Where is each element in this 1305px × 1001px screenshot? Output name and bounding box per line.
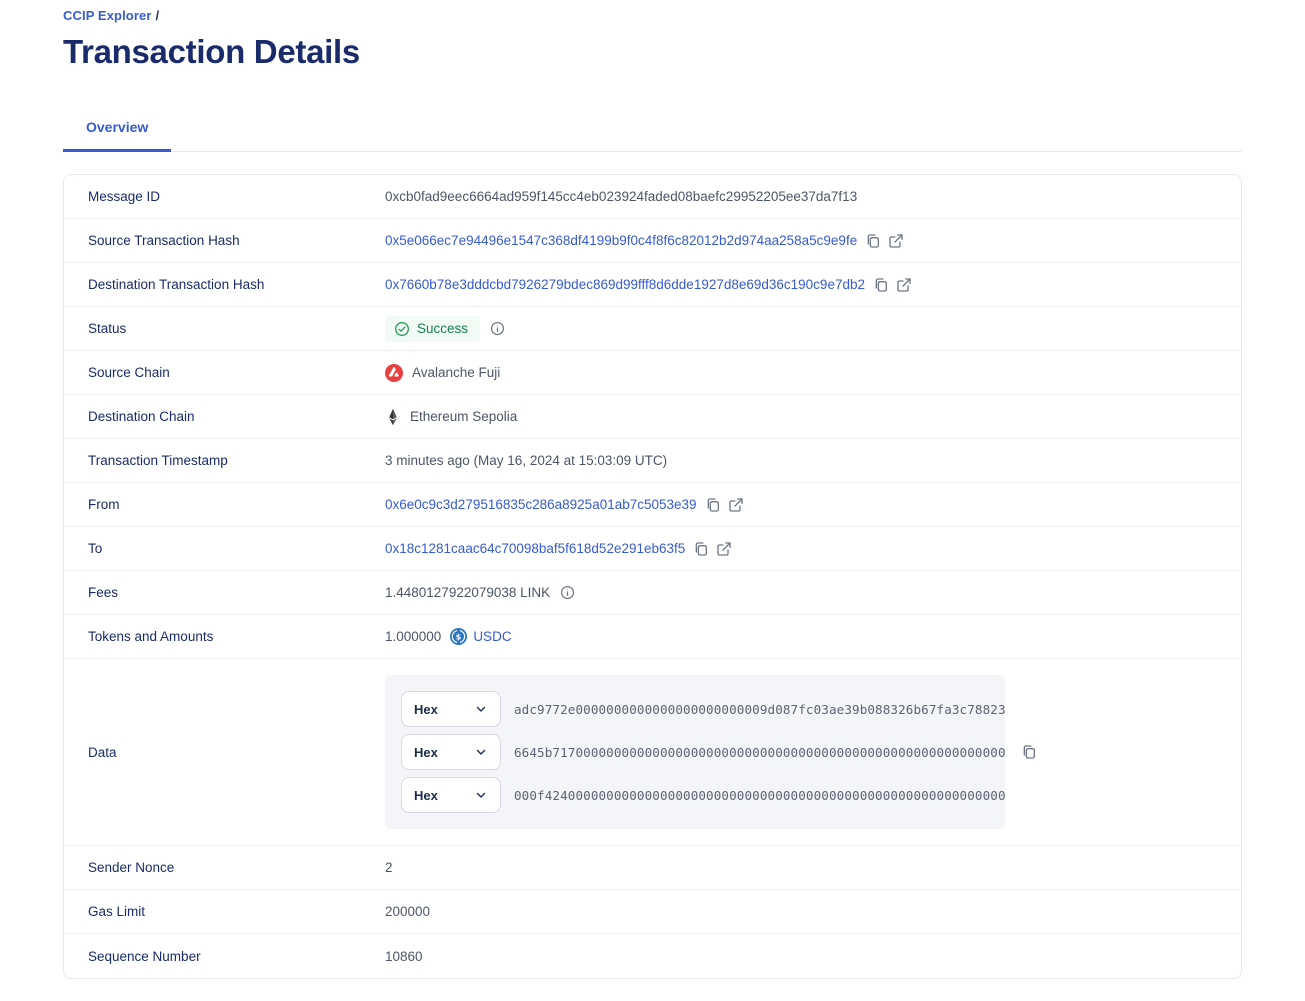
timestamp-value: 3 minutes ago (May 16, 2024 at 15:03:09 … [385,453,667,468]
sender-nonce-value: 2 [385,860,393,875]
message-id-value: 0xcb0fad9eec6664ad959f145cc4eb023924fade… [385,189,857,204]
breadcrumb-ccip-explorer-link[interactable]: CCIP Explorer [63,8,151,23]
dest-tx-hash-label: Destination Transaction Hash [88,277,385,292]
usdc-icon: $ [450,628,467,645]
row-fees: Fees 1.4480127922079038 LINK [64,571,1241,615]
timestamp-label: Transaction Timestamp [88,453,385,468]
data-hex-value: adc9772e0000000000000000000000009d087fc0… [514,702,1006,717]
fees-info-icon[interactable] [560,585,575,600]
hex-format-select[interactable]: Hex [401,777,501,813]
source-tx-hash-label: Source Transaction Hash [88,233,385,248]
sequence-number-value: 10860 [385,949,423,964]
row-dest-chain: Destination Chain Ethereum Sepolia [64,395,1241,439]
row-message-id: Message ID 0xcb0fad9eec6664ad959f145cc4e… [64,175,1241,219]
row-source-tx-hash: Source Transaction Hash 0x5e066ec7e94496… [64,219,1241,263]
hex-format-select[interactable]: Hex [401,691,501,727]
row-gas-limit: Gas Limit 200000 [64,890,1241,934]
message-id-label: Message ID [88,189,385,204]
row-tokens-amounts: Tokens and Amounts 1.000000 $ USDC [64,615,1241,659]
copy-icon[interactable] [693,541,709,557]
external-link-icon[interactable] [888,233,904,249]
from-address-link[interactable]: 0x6e0c9c3d279516835c286a8925a01ab7c5053e… [385,497,697,512]
source-chain-value: Avalanche Fuji [412,365,500,380]
row-sender-nonce: Sender Nonce 2 [64,846,1241,890]
external-link-icon[interactable] [896,277,912,293]
external-link-icon[interactable] [728,497,744,513]
chevron-down-icon [474,788,488,802]
chevron-down-icon [474,702,488,716]
gas-limit-value: 200000 [385,904,430,919]
from-label: From [88,497,385,512]
data-label: Data [88,745,385,760]
row-sequence-number: Sequence Number 10860 [64,934,1241,978]
data-hex-value: 6645b71700000000000000000000000000000000… [514,745,1006,760]
hex-format-label: Hex [414,788,438,803]
row-to: To 0x18c1281caac64c70098baf5f618d52e291e… [64,527,1241,571]
row-source-chain: Source Chain Avalanche Fuji [64,351,1241,395]
external-link-icon[interactable] [716,541,732,557]
status-info-icon[interactable] [490,321,505,336]
copy-icon[interactable] [705,497,721,513]
data-hex-panel: Hex adc9772e0000000000000000000000009d08… [385,675,1005,829]
data-line: Hex adc9772e0000000000000000000000009d08… [401,691,989,727]
transaction-details-page: CCIP Explorer / Transaction Details Overv… [0,0,1305,1001]
to-label: To [88,541,385,556]
check-circle-icon [394,321,410,337]
copy-icon[interactable] [865,233,881,249]
row-from: From 0x6e0c9c3d279516835c286a8925a01ab7c… [64,483,1241,527]
status-label: Status [88,321,385,336]
status-badge-text: Success [417,321,468,336]
data-line: Hex 000f42400000000000000000000000000000… [401,777,989,813]
tokens-amounts-label: Tokens and Amounts [88,629,385,644]
copy-icon[interactable] [1021,744,1037,760]
svg-text:$: $ [456,631,462,641]
source-chain-label: Source Chain [88,365,385,380]
status-badge: Success [385,316,480,342]
sender-nonce-label: Sender Nonce [88,860,385,875]
dest-tx-hash-link[interactable]: 0x7660b78e3dddcbd7926279bdec869d99fff8d6… [385,277,865,292]
row-status: Status Success [64,307,1241,351]
ethereum-icon [385,408,401,426]
hex-format-select[interactable]: Hex [401,734,501,770]
data-line: Hex 6645b7170000000000000000000000000000… [401,734,989,770]
fees-value: 1.4480127922079038 LINK [385,585,550,600]
tab-bar: Overview [63,109,1242,152]
usdc-token-link[interactable]: USDC [473,629,511,644]
tab-overview[interactable]: Overview [63,109,171,151]
dest-chain-value: Ethereum Sepolia [410,409,517,424]
avalanche-icon [385,364,403,382]
token-amount: 1.000000 [385,629,441,644]
to-address-link[interactable]: 0x18c1281caac64c70098baf5f618d52e291eb63… [385,541,685,556]
chevron-down-icon [474,745,488,759]
data-hex-value: 000f424000000000000000000000000000000000… [514,788,1006,803]
sequence-number-label: Sequence Number [88,949,385,964]
dest-chain-label: Destination Chain [88,409,385,424]
copy-icon[interactable] [873,277,889,293]
breadcrumb-separator: / [155,8,159,23]
row-dest-tx-hash: Destination Transaction Hash 0x7660b78e3… [64,263,1241,307]
row-data: Data Hex adc9772e00000000000000000000000… [64,659,1241,846]
fees-label: Fees [88,585,385,600]
hex-format-label: Hex [414,702,438,717]
row-timestamp: Transaction Timestamp 3 minutes ago (May… [64,439,1241,483]
hex-format-label: Hex [414,745,438,760]
gas-limit-label: Gas Limit [88,904,385,919]
transaction-details-card: Message ID 0xcb0fad9eec6664ad959f145cc4e… [63,174,1242,979]
page-title: Transaction Details [63,33,1242,71]
breadcrumb: CCIP Explorer / [63,8,1242,23]
source-tx-hash-link[interactable]: 0x5e066ec7e94496e1547c368df4199b9f0c4f8f… [385,233,857,248]
